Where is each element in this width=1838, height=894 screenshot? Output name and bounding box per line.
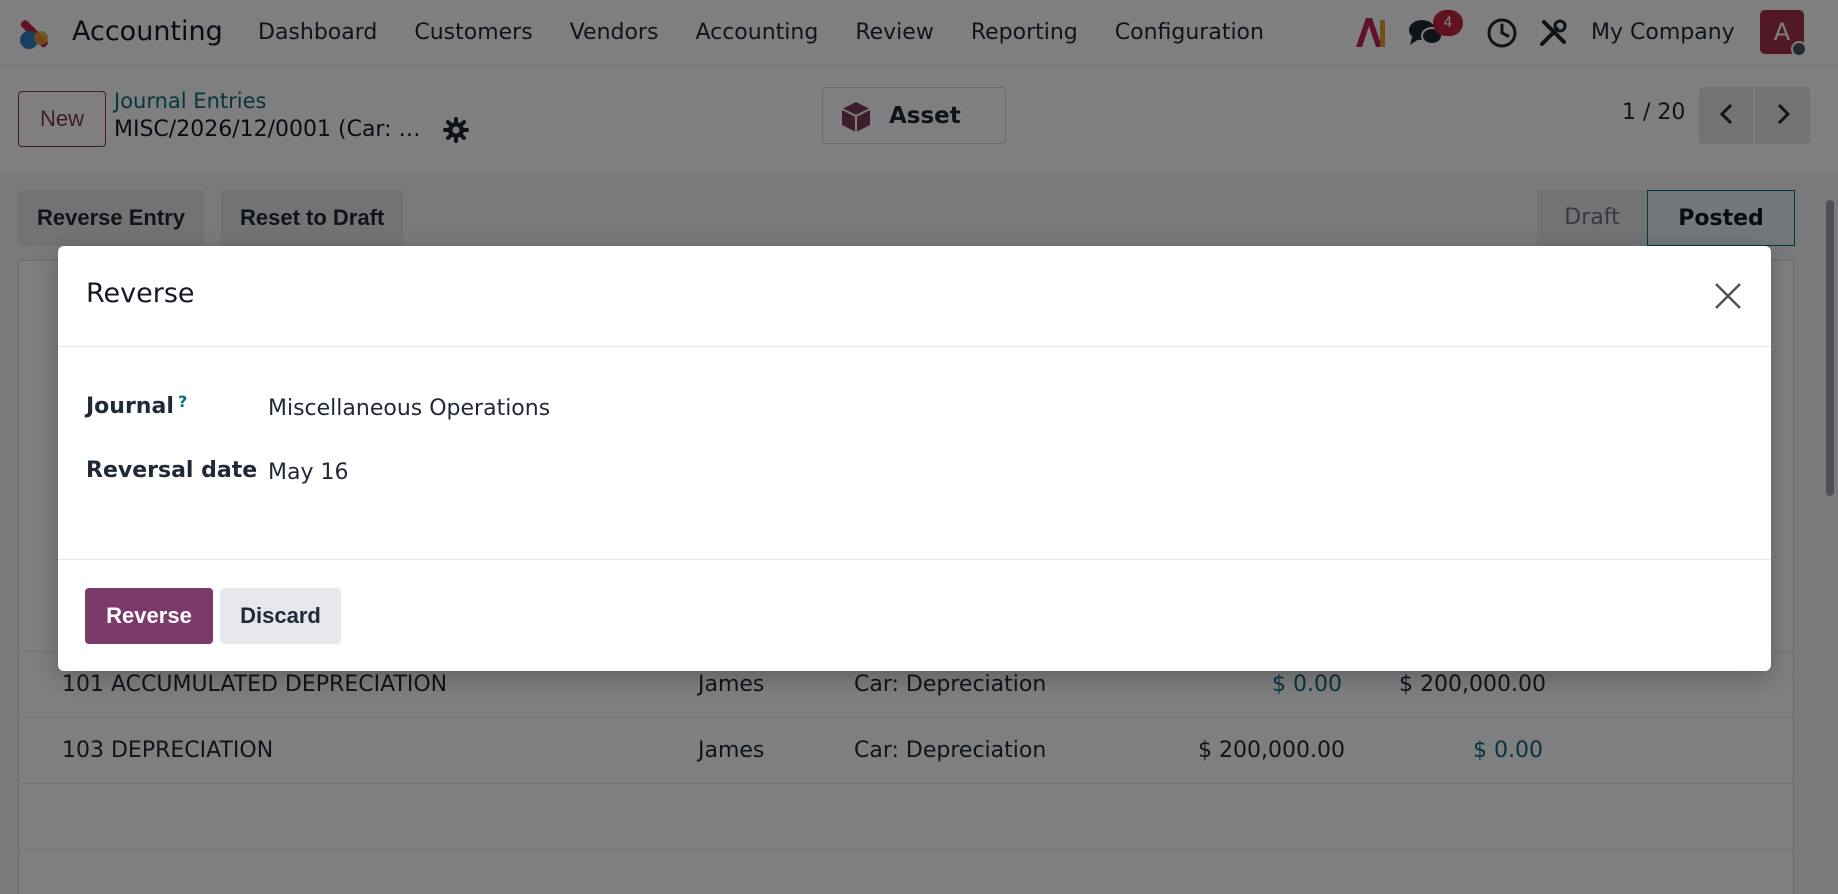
dialog-title: Reverse: [86, 278, 195, 309]
close-icon[interactable]: [1713, 281, 1743, 311]
help-tooltip-icon[interactable]: ?: [178, 392, 187, 411]
discard-button[interactable]: Discard: [220, 588, 341, 644]
reversal-date-label: Reversal date: [86, 458, 258, 483]
journal-field[interactable]: Miscellaneous Operations: [268, 396, 550, 421]
journal-label: Journal: [86, 394, 174, 419]
reverse-dialog: Reverse Journal ? Miscellaneous Operatio…: [58, 246, 1771, 671]
reversal-date-field[interactable]: May 16: [268, 460, 348, 485]
dialog-header: Reverse: [58, 246, 1771, 347]
reverse-button[interactable]: Reverse: [85, 588, 213, 644]
